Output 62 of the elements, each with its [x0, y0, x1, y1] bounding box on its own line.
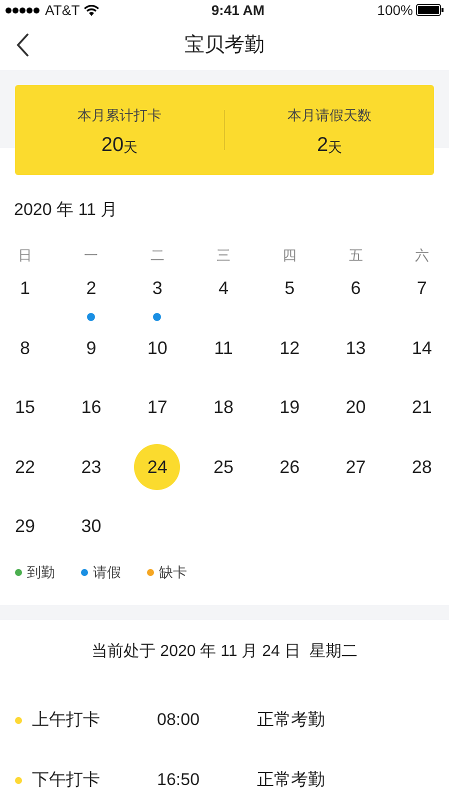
record-label: 下午打卡	[32, 769, 101, 792]
calendar-day[interactable]: 10	[134, 325, 180, 371]
record-time: 16:50	[157, 769, 201, 792]
legend-label: 到勤	[27, 563, 55, 582]
clock: 9:41 AM	[211, 0, 265, 20]
calendar-day[interactable]: 18	[200, 384, 246, 430]
calendar-day[interactable]: 30	[68, 504, 114, 550]
calendar-day[interactable]: 6	[332, 266, 379, 312]
stat-label: 本月累计打卡	[78, 106, 162, 124]
calendar-day[interactable]: 16	[68, 384, 114, 430]
calendar-day[interactable]: 8	[2, 325, 48, 371]
weekday-label: 一	[84, 246, 98, 264]
record-time: 08:00	[157, 709, 201, 732]
record-label: 上午打卡	[32, 709, 101, 732]
weekday-label: 四	[282, 246, 297, 264]
calendar-day[interactable]: 12	[266, 325, 313, 371]
weekday-label: 二	[150, 246, 164, 264]
calendar-day[interactable]: 7	[398, 266, 445, 312]
calendar-day[interactable]: 28	[398, 444, 445, 490]
legend-label: 请假	[93, 563, 121, 582]
signal-icon	[5, 6, 41, 14]
calendar-day[interactable]: 4	[200, 266, 246, 312]
stat-unit: 天	[124, 138, 138, 156]
calendar-day[interactable]: 21	[398, 384, 445, 430]
calendar-day[interactable]: 23	[68, 444, 114, 490]
calendar-day[interactable]: 20	[332, 384, 379, 430]
calendar-day[interactable]: 14	[398, 325, 445, 371]
carrier: AT&T	[45, 0, 80, 20]
stat-unit: 天	[328, 138, 342, 156]
current-date: 当前处于 2020 年 11 月 24 日 星期二	[92, 642, 358, 662]
calendar-day[interactable]: 9	[68, 325, 114, 371]
calendar-day[interactable]: 3	[134, 266, 180, 312]
record-status: 正常考勤	[257, 709, 325, 732]
calendar-day[interactable]: 1	[2, 266, 48, 312]
calendar-day[interactable]: 11	[200, 325, 246, 371]
calendar-day[interactable]: 27	[332, 444, 379, 490]
month-title: 2020 年 11 月	[14, 200, 118, 219]
calendar-day[interactable]: 22	[2, 444, 48, 490]
calendar-day[interactable]: 19	[266, 384, 313, 430]
stat-label: 本月请假天数	[288, 106, 372, 124]
calendar-day[interactable]: 26	[266, 444, 313, 490]
record-status: 正常考勤	[257, 769, 325, 792]
weekday-label: 日	[18, 246, 32, 264]
calendar-day[interactable]: 29	[2, 504, 48, 550]
battery-percent: 100%	[377, 0, 413, 20]
page-title: 宝贝考勤	[184, 33, 264, 58]
stat-value: 2	[316, 134, 328, 156]
weekday-label: 三	[216, 246, 230, 264]
calendar-day[interactable]: 2	[68, 266, 114, 312]
weekday-label: 六	[414, 246, 429, 264]
stat-value: 20	[101, 134, 124, 156]
calendar-day[interactable]: 15	[2, 384, 48, 430]
calendar-day[interactable]: 17	[134, 384, 180, 430]
weekday-label: 五	[348, 246, 363, 264]
battery-icon	[416, 4, 444, 16]
wifi-icon	[84, 4, 99, 16]
calendar-day[interactable]: 25	[200, 444, 246, 490]
calendar-day[interactable]: 24	[134, 444, 180, 490]
calendar-day[interactable]: 13	[332, 325, 379, 371]
legend-label: 缺卡	[159, 563, 187, 582]
back-icon	[16, 33, 30, 57]
calendar-day[interactable]: 5	[266, 266, 313, 312]
